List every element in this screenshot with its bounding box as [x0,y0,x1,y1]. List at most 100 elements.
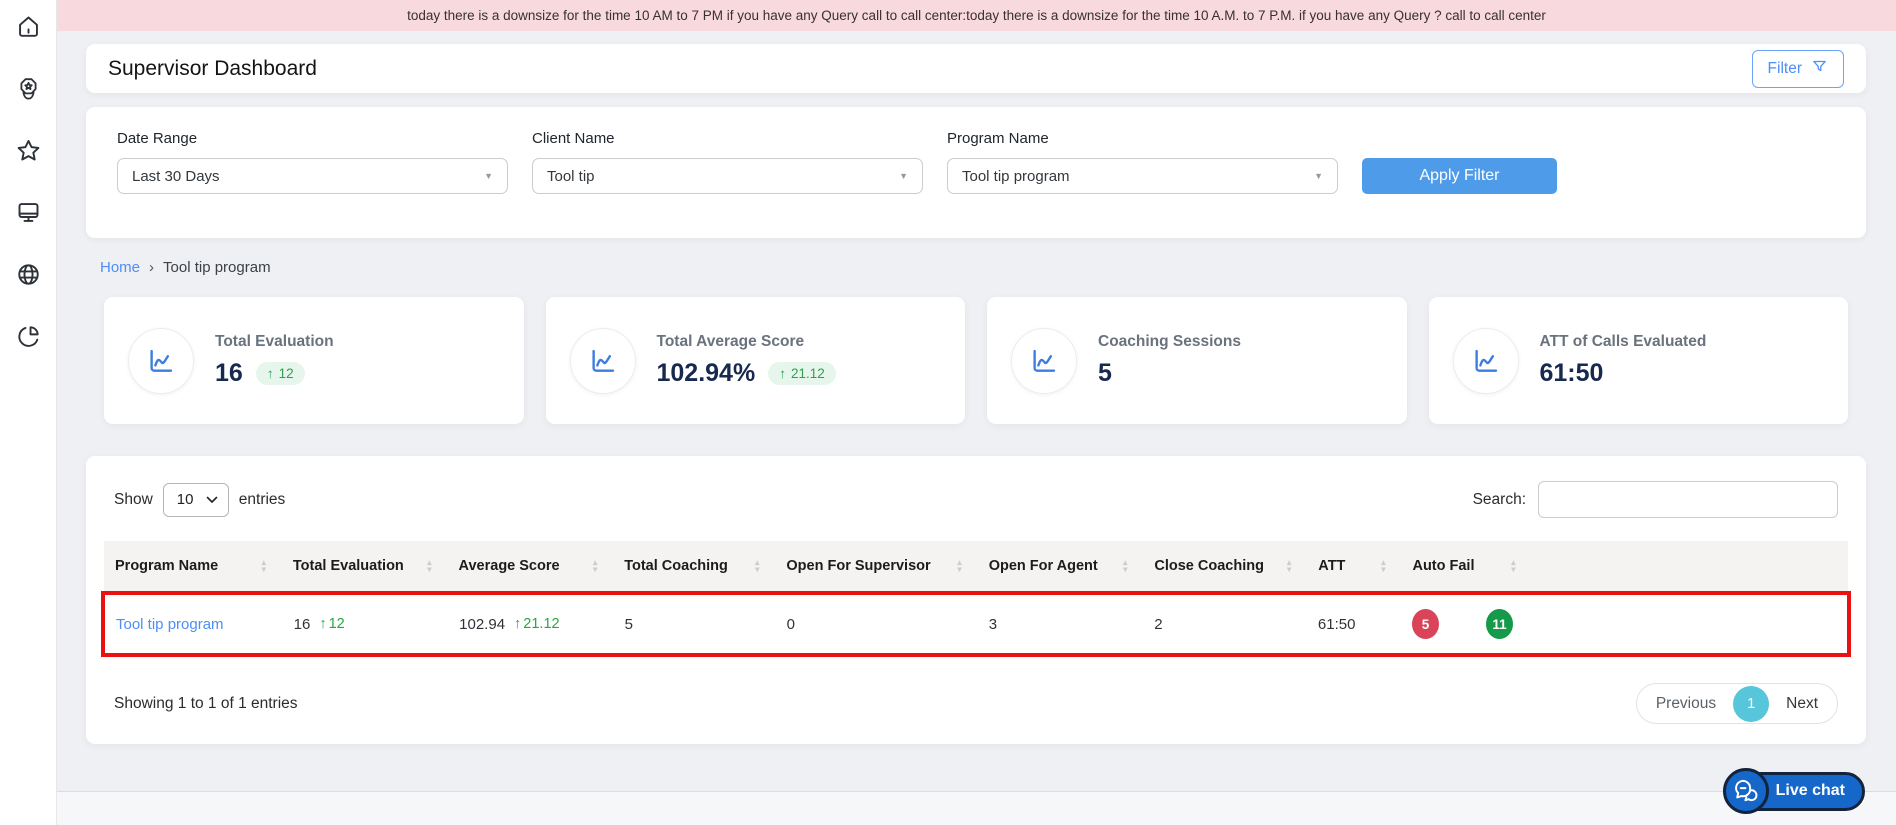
search-input[interactable] [1538,481,1838,518]
arrow-up-icon: ↑ [319,616,327,632]
page-footer-strip [57,791,1896,825]
line-chart-icon [1011,327,1077,394]
column-header-open-for-supervisor[interactable]: Open For Supervisor ▴ ▾ [775,558,977,574]
stat-delta-value: 12 [278,366,294,381]
sort-icon: ▴ ▾ [1123,557,1128,574]
sort-icon: ▴ ▾ [1287,557,1292,574]
sidebar-item-global[interactable] [13,262,43,292]
column-label: Auto Fail [1412,558,1475,574]
column-label: Total Coaching [624,558,728,574]
column-header-open-for-agent[interactable]: Open For Agent ▴ ▾ [978,558,1144,574]
pagination: Previous 1 Next [1635,683,1838,724]
page-size-control: Show 10 entries [114,482,286,517]
stat-cards-row: Total Evaluation 16 ↑ 12 Total Average S… [104,297,1848,424]
previous-page-button[interactable]: Previous [1639,695,1733,713]
column-header-average-score[interactable]: Average Score ▴ ▾ [448,558,614,574]
date-range-field: Date Range Last 30 Days ▼ [117,130,508,194]
page-size-select[interactable]: 10 [162,482,229,517]
program-name-select[interactable]: Tool tip program ▼ [947,158,1338,194]
client-name-field: Client Name Tool tip ▼ [532,130,923,194]
stat-value: 5 [1098,359,1112,387]
stat-card-total-evaluation: Total Evaluation 16 ↑ 12 [104,297,524,424]
sort-icon: ▴ ▾ [592,557,598,574]
caret-down-icon: ▼ [484,171,493,181]
entries-label: entries [238,490,286,508]
stat-card-att-calls-evaluated: ATT of Calls Evaluated 61:50 [1428,297,1848,424]
sidebar-item-home[interactable] [13,14,43,44]
program-name-link[interactable]: Tool tip program [116,616,224,633]
sort-icon: ▴ ▾ [261,557,266,574]
total-evaluation-delta: ↑ 12 [319,616,345,632]
line-chart-icon [1452,327,1519,394]
client-name-label: Client Name [532,130,615,147]
filter-panel: Date Range Last 30 Days ▼ Client Name To… [86,107,1866,238]
announcement-banner: today there is a downsize for the time 1… [57,0,1896,31]
sidebar [0,0,57,825]
arrow-up-icon: ↑ [514,616,522,632]
page-1-button[interactable]: 1 [1733,685,1770,722]
column-header-total-evaluation[interactable]: Total Evaluation ▴ ▾ [282,558,448,574]
chevron-right-icon: › [149,259,155,276]
date-range-value: Last 30 Days [132,167,220,185]
column-header-program-name[interactable]: Program Name ▴ ▾ [104,558,282,574]
sort-icon: ▴ ▾ [427,557,432,574]
stat-label: Coaching Sessions [1098,333,1241,350]
globe-icon [15,261,42,293]
next-page-button[interactable]: Next [1769,695,1835,713]
stat-card-total-average-score: Total Average Score 102.94% ↑ 21.12 [545,297,965,424]
user-badge-icon [15,75,42,107]
column-header-close-coaching[interactable]: Close Coaching ▴ ▾ [1143,558,1307,574]
stat-label: Total Average Score [656,333,805,350]
stat-value: 16 [215,359,243,387]
page-header: Supervisor Dashboard Filter [86,44,1866,93]
table-footer: Showing 1 to 1 of 1 entries Previous 1 N… [104,683,1848,724]
column-label: ATT [1318,558,1346,574]
main-content: Supervisor Dashboard Filter Date Range L… [57,31,1896,744]
column-header-total-coaching[interactable]: Total Coaching ▴ ▾ [613,558,775,574]
open-for-agent-value: 3 [988,615,998,633]
sort-icon: ▴ ▾ [755,557,760,574]
sidebar-item-monitoring[interactable] [13,200,43,230]
sidebar-item-reports[interactable] [13,324,43,354]
client-name-value: Tool tip [547,167,595,185]
column-header-att[interactable]: ATT ▴ ▾ [1307,558,1401,574]
open-for-supervisor-value: 0 [786,615,795,633]
show-label: Show [114,490,153,508]
apply-filter-button[interactable]: Apply Filter [1362,158,1557,194]
breadcrumb-home-link[interactable]: Home [100,259,140,276]
line-chart-icon [569,327,636,394]
chat-bubble-icon [1722,768,1769,814]
live-chat-button[interactable]: Live chat [1722,768,1865,814]
average-score-value: 102.94 [459,615,506,633]
stat-value: 102.94% [656,359,756,387]
page-title: Supervisor Dashboard [108,56,317,80]
funnel-icon [1811,58,1828,80]
showing-entries-info: Showing 1 to 1 of 1 entries [114,694,298,712]
sidebar-item-quality[interactable] [13,76,43,106]
breadcrumb: Home › Tool tip program [100,259,1866,276]
filter-button[interactable]: Filter [1751,49,1844,88]
chevron-down-icon [206,491,218,508]
close-coaching-value: 2 [1154,615,1163,633]
client-name-select[interactable]: Tool tip ▼ [532,158,923,194]
sort-icon: ▴ ▾ [957,557,962,574]
column-header-auto-fail[interactable]: Auto Fail ▴ ▾ [1401,558,1531,574]
att-value: 61:50 [1317,615,1356,633]
column-label: Average Score [458,558,560,574]
table-row: Tool tip program 16 ↑ 12 102.94 ↑ 21.12 5 … [105,595,1847,653]
annotation-highlight-box: Tool tip program 16 ↑ 12 102.94 ↑ 21.12 5 … [101,591,1851,657]
column-label: Total Evaluation [292,558,404,574]
breadcrumb-current: Tool tip program [163,259,271,276]
auto-fail-badge: 5 [1411,609,1439,639]
program-name-label: Program Name [947,130,1049,147]
column-label: Open For Supervisor [786,558,931,574]
arrow-up-icon: ↑ [779,366,786,381]
date-range-select[interactable]: Last 30 Days ▼ [117,158,508,194]
sidebar-item-favorites[interactable] [13,138,43,168]
table-header-row: Program Name ▴ ▾ Total Evaluation ▴ ▾ Aver… [104,541,1848,591]
stat-delta-badge: ↑ 12 [255,362,305,385]
line-chart-icon [128,327,194,394]
date-range-label: Date Range [117,130,198,147]
column-label: Close Coaching [1154,558,1264,574]
stat-value: 61:50 [1539,359,1604,387]
